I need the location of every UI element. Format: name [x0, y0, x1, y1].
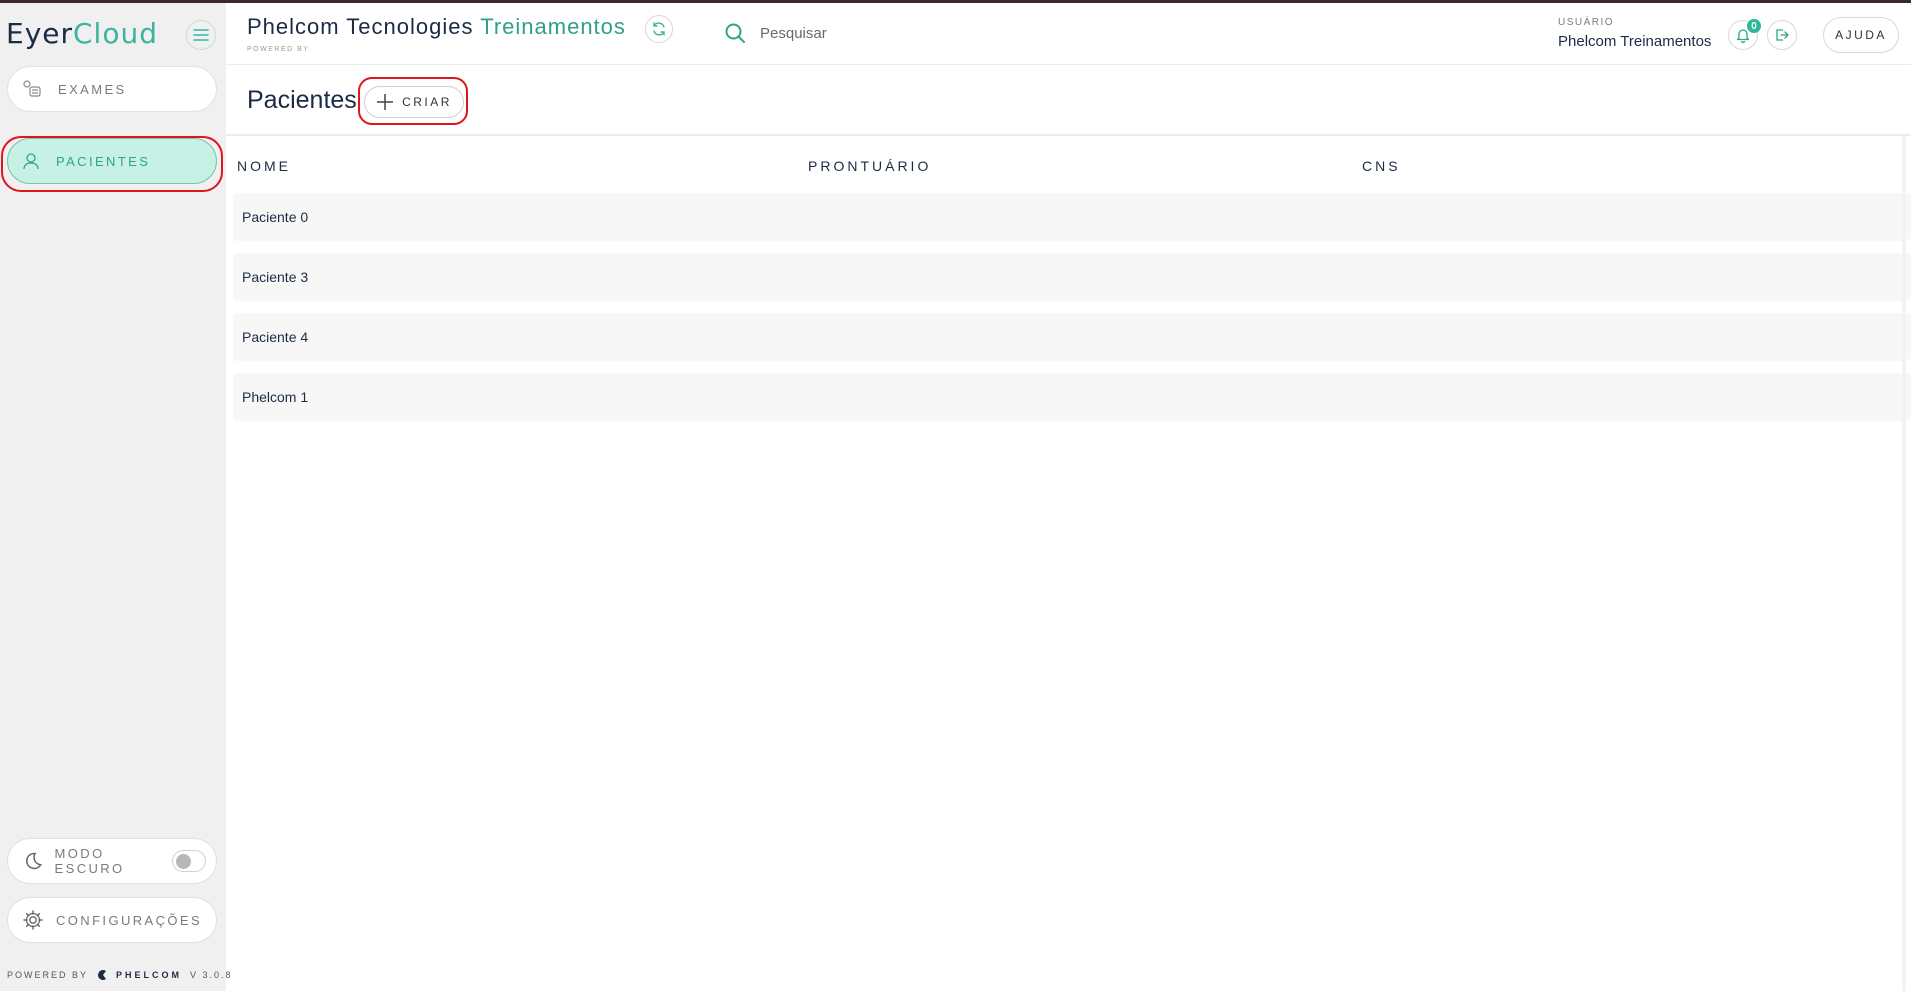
sidebar-item-label: EXAMES: [58, 81, 127, 97]
dark-mode-label: MODO ESCURO: [54, 846, 125, 876]
patient-name: Paciente 0: [242, 209, 309, 225]
column-header-prontuario[interactable]: PRONTUÁRIO: [808, 158, 931, 174]
search-input[interactable]: [760, 24, 1060, 42]
phelcom-logo-icon: [98, 970, 107, 980]
moon-icon: [26, 852, 42, 870]
powered-by-label: POWERED BY: [7, 970, 89, 980]
exams-icon: [23, 80, 41, 97]
hamburger-icon: [193, 29, 209, 41]
header-divider: [226, 64, 1911, 65]
patient-name: Phelcom 1: [242, 389, 309, 405]
org-name: Phelcom Tecnologies: [247, 14, 474, 39]
refresh-icon: [653, 22, 665, 36]
org-powered-by: POWERED BY: [247, 46, 310, 53]
table-row[interactable]: Paciente 4: [233, 313, 1911, 361]
switch-organization-button[interactable]: [645, 15, 673, 43]
menu-toggle-button[interactable]: [186, 20, 216, 50]
gear-icon: [23, 910, 43, 930]
dark-mode-toggle[interactable]: [172, 850, 207, 872]
title-divider: [226, 134, 1911, 136]
window-top-border: [0, 0, 1911, 3]
sidebar: EyerCloud EXAMES PACIENTES MODO ESCURO C…: [0, 3, 231, 991]
user-name: Phelcom Treinamentos: [1558, 33, 1712, 50]
settings-button[interactable]: CONFIGURAÇÕES: [7, 897, 217, 943]
org-name-highlight: Treinamentos: [480, 14, 626, 39]
column-header-nome[interactable]: NOME: [237, 158, 291, 174]
scrollbar-track[interactable]: [1902, 136, 1906, 991]
powered-by-footer: POWERED BY PHELCOM V 3.0.8: [7, 969, 233, 981]
search-icon[interactable]: [724, 22, 746, 44]
dark-mode-row[interactable]: MODO ESCURO: [7, 838, 217, 884]
annotation-highlight-create: [358, 77, 468, 125]
settings-label: CONFIGURAÇÕES: [56, 912, 203, 928]
user-caption: USUÁRIO: [1558, 17, 1615, 28]
page-title: Pacientes: [247, 86, 357, 114]
app-logo[interactable]: EyerCloud: [6, 17, 158, 50]
notification-count-badge: 0: [1747, 19, 1761, 33]
table-row[interactable]: Phelcom 1: [233, 373, 1911, 421]
table-row[interactable]: Paciente 0: [233, 193, 1911, 241]
brand-name: PHELCOM: [116, 970, 183, 980]
patient-name: Paciente 3: [242, 269, 309, 285]
table-row[interactable]: Paciente 3: [233, 253, 1911, 301]
logout-button[interactable]: [1767, 20, 1797, 50]
annotation-highlight-pacientes: [1, 136, 223, 192]
column-header-cns[interactable]: CNS: [1362, 158, 1401, 174]
logout-icon: [1776, 29, 1789, 41]
help-button[interactable]: AJUDA: [1823, 17, 1899, 53]
patient-name: Paciente 4: [242, 329, 309, 345]
organization-title: Phelcom Tecnologies Treinamentos: [247, 14, 626, 40]
logo-text-eyer: Eyer: [6, 17, 73, 50]
sidebar-item-exames[interactable]: EXAMES: [7, 66, 217, 112]
app-version: V 3.0.8: [190, 970, 233, 980]
logo-text-cloud: Cloud: [73, 17, 158, 50]
search-bar: [724, 22, 1060, 44]
